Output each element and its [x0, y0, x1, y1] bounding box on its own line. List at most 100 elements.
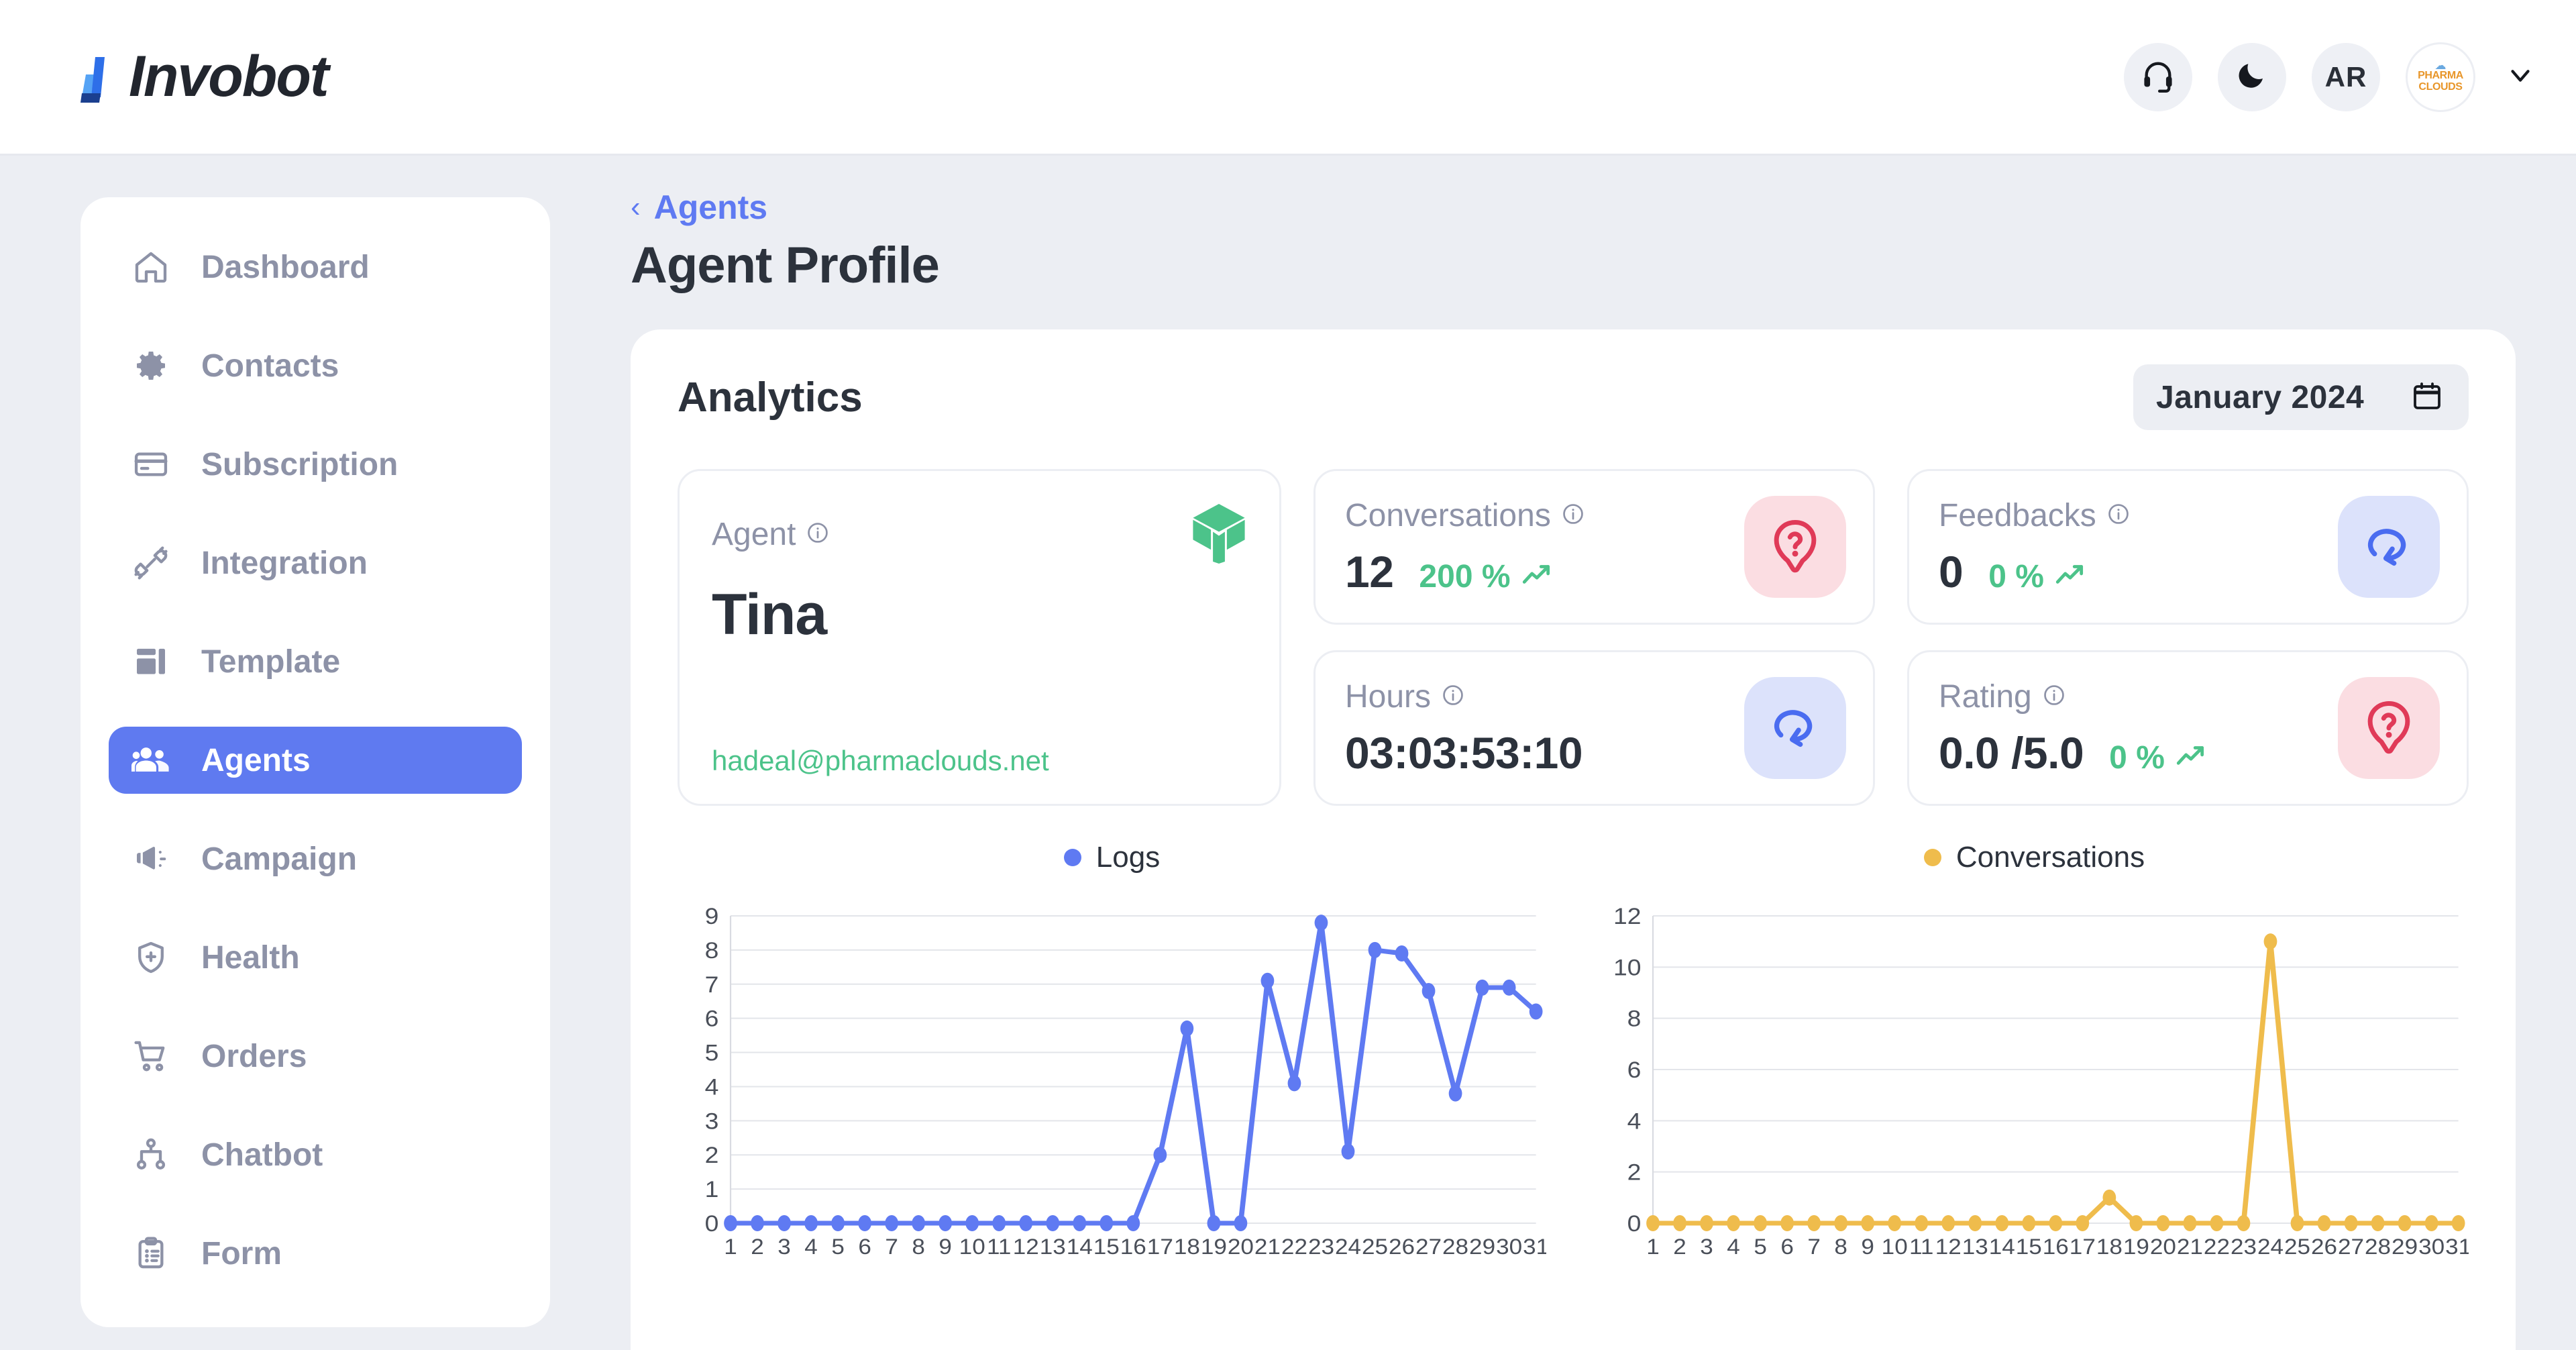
calendar-icon[interactable] [2411, 380, 2443, 415]
logs-chart-plot: 0123456789123456789101112131415161718192… [678, 904, 1546, 1280]
legend-label: Conversations [1956, 841, 2145, 874]
svg-text:0: 0 [705, 1211, 719, 1237]
home-icon [131, 248, 170, 287]
sidebar-item-integration[interactable]: Integration [109, 529, 522, 596]
trending-up-icon [1520, 558, 1554, 595]
svg-text:8: 8 [705, 937, 719, 963]
svg-text:22: 22 [1281, 1235, 1307, 1259]
sidebar-item-contacts[interactable]: Contacts [109, 332, 522, 399]
info-icon[interactable] [2107, 503, 2130, 529]
sidebar-item-label: Agents [201, 742, 311, 779]
sidebar-item-label: Dashboard [201, 249, 370, 286]
support-button[interactable] [2124, 43, 2192, 111]
logs-chart-legend: Logs [678, 841, 1546, 874]
analytics-panel: Analytics January 2024 [631, 329, 2516, 1350]
metric-value: 0.0 /5.0 [1939, 727, 2084, 778]
svg-text:6: 6 [858, 1235, 871, 1259]
legend-color-swatch [1064, 849, 1081, 866]
metric-body: Conversations 12 200 % [1345, 497, 1585, 597]
svg-text:15: 15 [1093, 1235, 1120, 1259]
sidebar-item-label: Orders [201, 1038, 307, 1075]
metric-value-row: 12 200 % [1345, 546, 1585, 597]
svg-text:8: 8 [1834, 1235, 1847, 1259]
chevron-left-icon[interactable]: ‹ [631, 193, 641, 222]
info-icon[interactable] [1562, 503, 1585, 529]
sidebar-item-subscription[interactable]: Subscription [109, 431, 522, 498]
metric-value: 03:03:53:10 [1345, 727, 1582, 778]
metric-value-row: 0 0 % [1939, 546, 2130, 597]
sidebar-item-campaign[interactable]: Campaign [109, 825, 522, 892]
svg-text:9: 9 [705, 904, 719, 929]
chevron-down-icon[interactable] [2505, 60, 2536, 94]
sidebar-column: Dashboard Contacts Subscription Integration… [0, 156, 631, 1350]
sidebar-item-orders[interactable]: Orders [109, 1023, 522, 1090]
sidebar-item-label: Form [201, 1235, 282, 1272]
info-icon[interactable] [1442, 684, 1464, 710]
sidebar-item-label: Campaign [201, 841, 357, 878]
sidebar-nav: Dashboard Contacts Subscription Integration… [80, 197, 550, 1327]
breadcrumb-parent-link[interactable]: Agents [654, 188, 767, 227]
svg-text:31: 31 [1523, 1235, 1546, 1259]
info-icon[interactable] [806, 521, 829, 548]
svg-text:23: 23 [2231, 1235, 2257, 1259]
sidebar-item-dashboard[interactable]: Dashboard [109, 233, 522, 301]
organization-avatar[interactable]: ☁ PHARMA CLOUDS [2406, 42, 2475, 112]
sidebar-item-label: Health [201, 939, 300, 976]
month-picker[interactable]: January 2024 [2133, 364, 2469, 430]
svg-text:26: 26 [2311, 1235, 2337, 1259]
page-title: Agent Profile [631, 236, 2516, 295]
sidebar-item-label: Chatbot [201, 1137, 323, 1174]
svg-text:0: 0 [1627, 1211, 1642, 1237]
sidebar-item-template[interactable]: Template [109, 628, 522, 695]
svg-text:27: 27 [1415, 1235, 1442, 1259]
brand-logo[interactable]: Invobot [74, 44, 328, 110]
svg-text:2: 2 [751, 1235, 764, 1259]
svg-text:6: 6 [705, 1006, 719, 1031]
metric-badge [1744, 496, 1846, 598]
metric-label-row: Conversations [1345, 497, 1585, 534]
svg-text:25: 25 [2284, 1235, 2310, 1259]
sidebar-item-agents[interactable]: Agents [109, 727, 522, 794]
svg-text:16: 16 [2043, 1235, 2069, 1259]
metric-body: Hours 03:03:53:10 [1345, 678, 1582, 778]
svg-text:7: 7 [705, 972, 719, 997]
breadcrumb[interactable]: ‹ Agents [631, 188, 2516, 227]
sidebar-item-form[interactable]: Form [109, 1220, 522, 1287]
metric-label: Hours [1345, 678, 1431, 715]
main-content: ‹ Agents Agent Profile Analytics January… [631, 156, 2576, 1350]
svg-text:1: 1 [724, 1235, 737, 1259]
charts-section: Logs 01234567891234567891011121314151617… [678, 841, 2469, 1280]
sidebar-item-health[interactable]: Health [109, 924, 522, 991]
metric-badge [1744, 677, 1846, 779]
svg-text:9: 9 [1861, 1235, 1874, 1259]
metric-value: 12 [1345, 546, 1393, 597]
cube-icon [1191, 502, 1247, 567]
svg-text:8: 8 [912, 1235, 925, 1259]
moon-icon [2236, 59, 2268, 95]
svg-text:2: 2 [1673, 1235, 1686, 1259]
sidebar-item-chatbot[interactable]: Chatbot [109, 1121, 522, 1188]
credit-card-icon [131, 445, 170, 484]
agent-card: Agent [678, 469, 1281, 806]
users-icon [131, 741, 170, 780]
svg-text:3: 3 [1700, 1235, 1713, 1259]
svg-text:5: 5 [1754, 1235, 1767, 1259]
info-icon[interactable] [2043, 684, 2065, 710]
metric-delta: 0 % [2109, 739, 2208, 776]
sidebar-item-label: Integration [201, 545, 368, 582]
svg-text:26: 26 [1389, 1235, 1415, 1259]
svg-text:5: 5 [705, 1040, 719, 1066]
logs-chart: Logs 01234567891234567891011121314151617… [678, 841, 1546, 1280]
metric-body: Feedbacks 0 0 % [1939, 497, 2130, 597]
agent-email[interactable]: hadeal@pharmaclouds.net [712, 745, 1247, 777]
svg-text:25: 25 [1362, 1235, 1388, 1259]
legend-color-swatch [1924, 849, 1941, 866]
svg-text:13: 13 [1962, 1235, 1988, 1259]
metric-label: Feedbacks [1939, 497, 2096, 534]
svg-text:1: 1 [1646, 1235, 1660, 1259]
user-initials-avatar[interactable]: AR [2312, 43, 2380, 111]
svg-text:29: 29 [2392, 1235, 2418, 1259]
dark-mode-toggle[interactable] [2218, 43, 2286, 111]
megaphone-icon [131, 839, 170, 878]
node-tree-icon [131, 1135, 170, 1174]
